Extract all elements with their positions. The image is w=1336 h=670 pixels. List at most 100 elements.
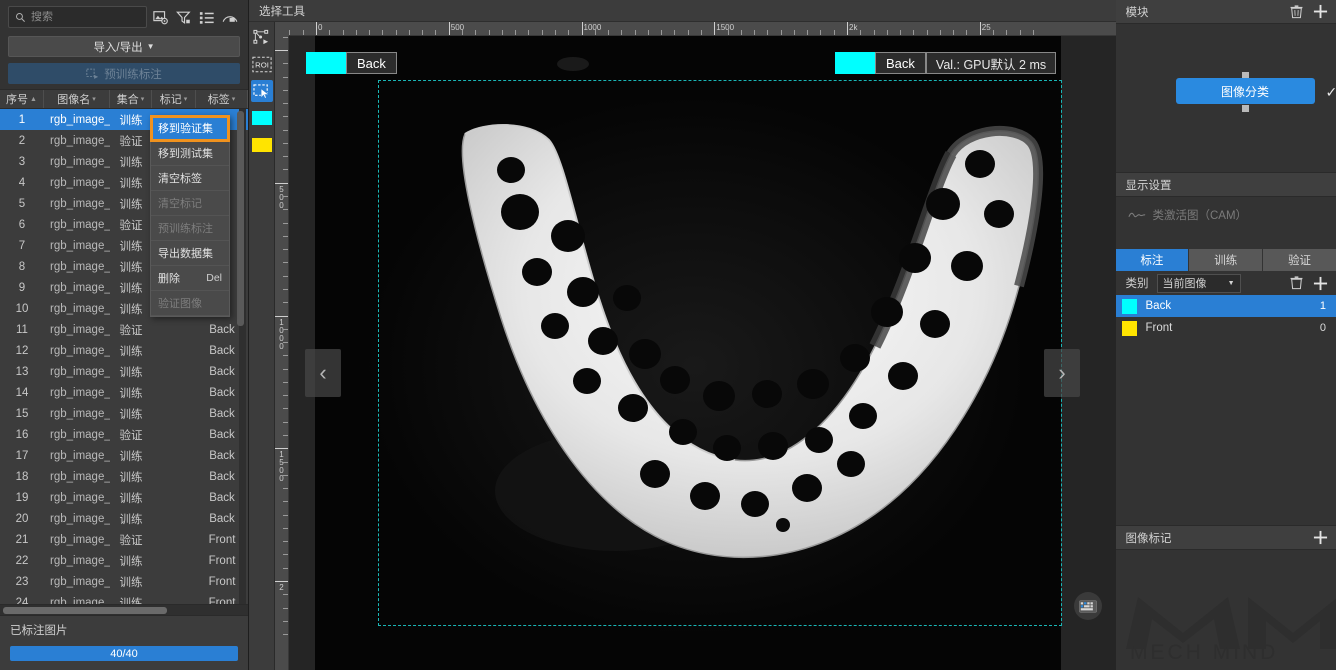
cell-imagename: rgb_image_... bbox=[50, 281, 110, 294]
keyboard-shortcuts-button[interactable] bbox=[1073, 592, 1102, 620]
class-color-cyan-swatch[interactable] bbox=[251, 107, 273, 129]
image-marks-title: 图像标记 bbox=[1125, 532, 1172, 545]
class-color-swatch bbox=[1121, 320, 1137, 336]
next-image-button[interactable]: › bbox=[1044, 349, 1080, 397]
image-settings-icon[interactable] bbox=[153, 9, 169, 25]
table-row[interactable]: 24rgb_image_...训练Front bbox=[0, 592, 248, 605]
class-list-item[interactable]: Front 0 bbox=[1116, 317, 1336, 339]
tab-train[interactable]: 训练 bbox=[1189, 249, 1264, 271]
cell-mark bbox=[152, 466, 196, 487]
cell-index: 1 bbox=[18, 113, 26, 126]
table-row[interactable]: 16rgb_image_...验证Back bbox=[0, 424, 248, 445]
cell-imagename: rgb_image_... bbox=[50, 470, 110, 483]
display-settings-title: 显示设置 bbox=[1125, 179, 1172, 192]
context-menu-item[interactable]: 清空标签 bbox=[151, 166, 229, 191]
class-count: 0 bbox=[1319, 322, 1326, 334]
display-settings-body: 类激活图（CAM） bbox=[1115, 197, 1336, 249]
table-row[interactable]: 15rgb_image_...训练Back bbox=[0, 403, 248, 424]
tab-annotate[interactable]: 标注 bbox=[1115, 249, 1190, 271]
cell-set: 训练 bbox=[119, 303, 143, 316]
chevron-down-icon: ▼ bbox=[146, 42, 155, 51]
class-list-item[interactable]: Back 1 bbox=[1115, 295, 1336, 317]
canvas-area[interactable]: 0 500 1000 1500 2k 25 500100015002 ‹ › B… bbox=[275, 22, 1116, 670]
list-view-icon[interactable] bbox=[199, 9, 215, 25]
import-export-button[interactable]: 导入/导出 ▼ bbox=[8, 36, 240, 57]
right-panel-spacer bbox=[1115, 339, 1336, 525]
search-input-wrapper[interactable] bbox=[8, 6, 147, 28]
cell-set: 训练 bbox=[119, 345, 143, 358]
context-menu-item: 验证图像 bbox=[151, 291, 229, 316]
class-list: Back 1 Front 0 bbox=[1115, 295, 1336, 339]
table-row[interactable]: 22rgb_image_...训练Front bbox=[0, 550, 248, 571]
table-horizontal-scrollbar-thumb[interactable] bbox=[3, 607, 167, 614]
table-row[interactable]: 12rgb_image_...训练Back bbox=[0, 340, 248, 361]
cell-imagename: rgb_image_... bbox=[50, 533, 110, 546]
module-node-image-classification[interactable]: 图像分类 bbox=[1175, 78, 1315, 104]
plus-icon[interactable] bbox=[1313, 4, 1328, 19]
table-row[interactable]: 23rgb_image_...训练Front bbox=[0, 571, 248, 592]
cell-mark bbox=[152, 361, 196, 382]
cell-imagename: rgb_image_... bbox=[50, 134, 110, 147]
filter-icon[interactable] bbox=[176, 9, 192, 25]
context-menu-item-label: 验证图像 bbox=[158, 298, 202, 310]
cell-mark bbox=[152, 592, 196, 604]
table-row[interactable]: 17rgb_image_...训练Back bbox=[0, 445, 248, 466]
select-tool-icon[interactable] bbox=[250, 80, 273, 102]
cell-mark bbox=[152, 319, 196, 340]
table-vertical-scrollbar-thumb[interactable] bbox=[237, 111, 244, 326]
context-menu-item[interactable]: 删除 Del bbox=[151, 266, 229, 291]
column-header-tag[interactable]: 标签 ▾ bbox=[196, 90, 248, 108]
column-header-set[interactable]: 集合 ▾ bbox=[110, 90, 152, 108]
cell-imagename: rgb_image_... bbox=[50, 239, 110, 252]
ruler-v-label: 500 bbox=[279, 184, 284, 210]
selection-dashed-border bbox=[378, 80, 1062, 626]
category-scope-select[interactable]: 当前图像 ▼ bbox=[1156, 273, 1241, 293]
table-row[interactable]: 20rgb_image_...训练Back bbox=[0, 508, 248, 529]
modules-canvas[interactable]: 图像分类 ✓ bbox=[1115, 24, 1336, 172]
table-row[interactable]: 21rgb_image_...验证Front bbox=[0, 529, 248, 550]
context-menu-item-label: 移到验证集 bbox=[158, 123, 213, 135]
mask-shape-icon[interactable] bbox=[222, 9, 238, 25]
pretrain-annotate-button[interactable]: 预训练标注 bbox=[8, 63, 240, 84]
context-menu[interactable]: 移到验证集 移到测试集 清空标签 清空标记 预训练标注 导出数据集 删除 Del 验证图像 bbox=[150, 115, 230, 317]
current-tool-label: 选择工具 bbox=[259, 5, 305, 18]
image-canvas[interactable] bbox=[315, 36, 1062, 670]
image-viewport[interactable]: ‹ › bbox=[289, 36, 1116, 670]
node-handle-bottom[interactable] bbox=[1241, 105, 1249, 112]
cell-mark bbox=[152, 445, 196, 466]
plus-icon[interactable] bbox=[1313, 276, 1328, 291]
column-header-mark[interactable]: 标记 ▾ bbox=[152, 90, 196, 108]
column-header-index[interactable]: 序号 ▲ bbox=[0, 90, 44, 108]
cam-toggle-row[interactable]: 类激活图（CAM） bbox=[1127, 207, 1336, 223]
trash-icon[interactable] bbox=[1290, 4, 1303, 19]
previous-image-button[interactable]: ‹ bbox=[305, 349, 341, 397]
context-menu-item[interactable]: 导出数据集 bbox=[151, 241, 229, 266]
table-row[interactable]: 19rgb_image_...训练Back bbox=[0, 487, 248, 508]
table-row[interactable]: 18rgb_image_...训练Back bbox=[0, 466, 248, 487]
table-vertical-scrollbar-track[interactable] bbox=[237, 109, 246, 604]
cell-set: 训练 bbox=[119, 450, 143, 463]
cell-mark bbox=[152, 382, 196, 403]
table-row[interactable]: 13rgb_image_...训练Back bbox=[0, 361, 248, 382]
roi-icon[interactable]: ROI bbox=[251, 53, 273, 75]
search-input[interactable] bbox=[31, 11, 140, 23]
context-menu-item[interactable]: 移到测试集 bbox=[151, 141, 229, 166]
polygon-node-icon[interactable] bbox=[251, 26, 273, 48]
ruler-horizontal: 0 500 1000 1500 2k 25 bbox=[289, 22, 1116, 36]
keyboard-icon bbox=[1078, 599, 1097, 613]
context-menu-item: 预训练标注 bbox=[151, 216, 229, 241]
image-table-header: 序号 ▲ 图像名 ▾ 集合 ▾ 标记 ▾ 标签 ▾ bbox=[0, 89, 248, 109]
table-horizontal-scrollbar-track[interactable] bbox=[0, 604, 248, 615]
table-row[interactable]: 14rgb_image_...训练Back bbox=[0, 382, 248, 403]
cell-imagename: rgb_image_... bbox=[50, 449, 110, 462]
ruler-h-label: 2k bbox=[849, 23, 858, 32]
cell-imagename: rgb_image_... bbox=[50, 554, 110, 567]
column-header-imagename[interactable]: 图像名 ▾ bbox=[44, 90, 110, 108]
trash-icon[interactable] bbox=[1290, 276, 1303, 290]
class-color-yellow-swatch[interactable] bbox=[251, 134, 273, 156]
tab-validate[interactable]: 验证 bbox=[1263, 249, 1336, 271]
context-menu-item[interactable]: 移到验证集 bbox=[151, 116, 229, 141]
pretrain-label: 预训练标注 bbox=[104, 68, 162, 81]
table-row[interactable]: 11rgb_image_...验证Back bbox=[0, 319, 248, 340]
plus-icon[interactable] bbox=[1313, 530, 1328, 545]
